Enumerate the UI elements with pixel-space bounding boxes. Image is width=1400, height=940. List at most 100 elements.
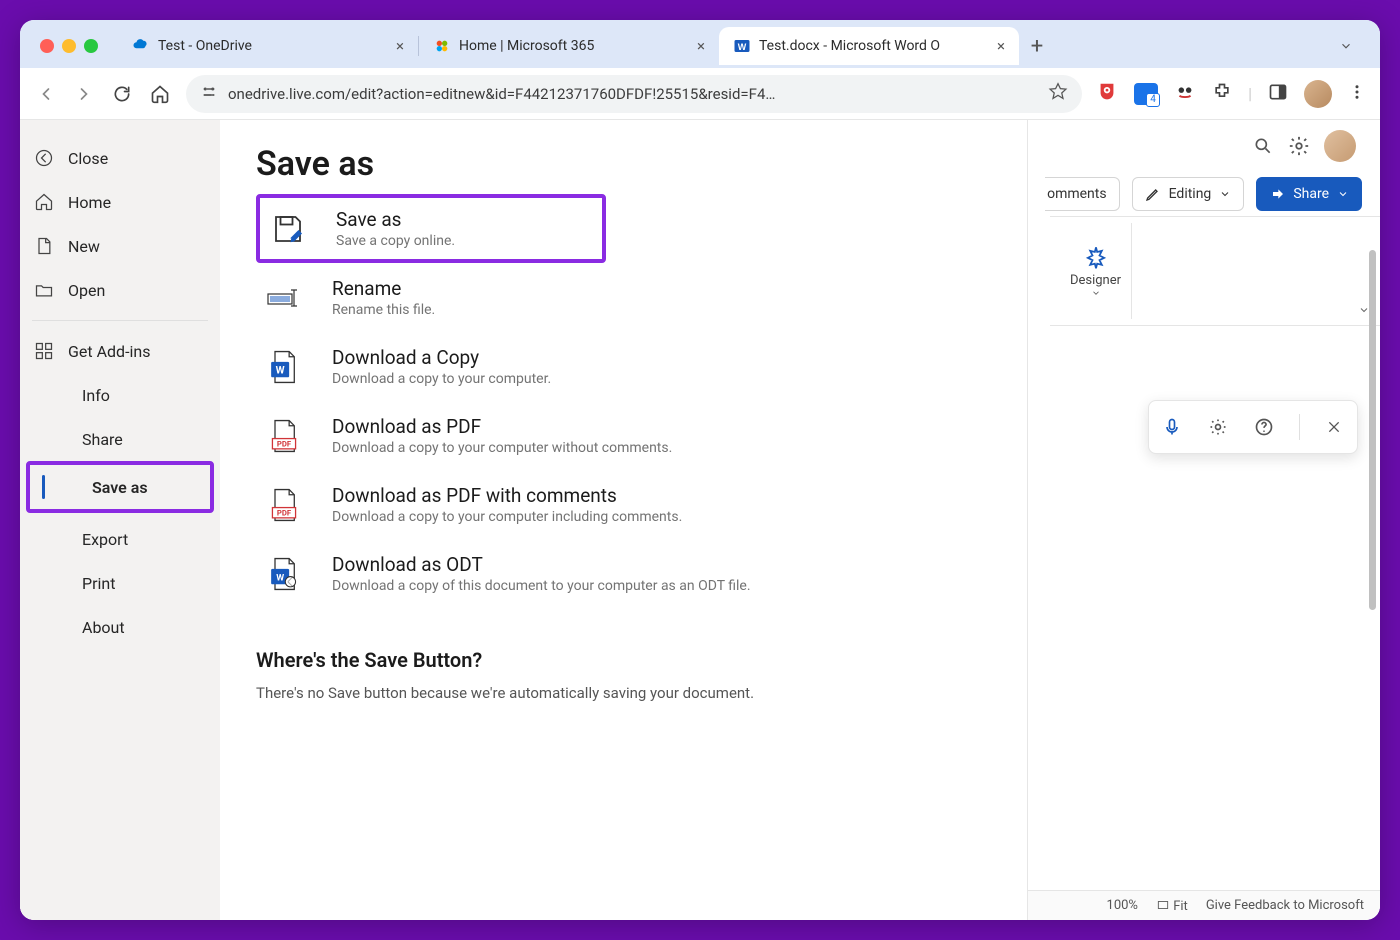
word-doc-icon: W xyxy=(264,347,304,387)
status-bar: 100% Fit Give Feedback to Microsoft xyxy=(1028,890,1380,920)
svg-text:W: W xyxy=(276,573,284,583)
extension-icon[interactable] xyxy=(1174,81,1196,107)
option-title: Download as PDF with comments xyxy=(332,484,682,507)
tab-onedrive[interactable]: Test - OneDrive × xyxy=(118,27,418,65)
designer-button[interactable]: Designer xyxy=(1060,223,1132,319)
zoom-level[interactable]: 100% xyxy=(1107,898,1138,913)
tab-close-icon[interactable]: × xyxy=(997,37,1005,55)
content-area: omments Editing Share Designer xyxy=(20,120,1380,920)
sidebar-item-about[interactable]: About xyxy=(20,605,220,649)
tabs-menu-button[interactable] xyxy=(1332,32,1360,60)
tab-label: Test.docx - Microsoft Word O xyxy=(759,38,940,54)
save-as-main: Save as Save as Save a copy online. xyxy=(220,120,1027,920)
back-button[interactable] xyxy=(34,82,58,106)
window-minimize-icon[interactable] xyxy=(62,39,76,53)
comments-button[interactable]: omments xyxy=(1045,177,1120,211)
ribbon-underlay: omments Editing Share Designer xyxy=(1050,120,1380,920)
ublock-icon[interactable] xyxy=(1096,81,1118,107)
new-tab-button[interactable]: + xyxy=(1019,34,1055,59)
microphone-icon[interactable] xyxy=(1160,415,1184,439)
window-close-icon[interactable] xyxy=(40,39,54,53)
profile-avatar[interactable] xyxy=(1304,80,1332,108)
sidebar-item-close[interactable]: Close xyxy=(20,136,220,180)
browser-menu-button[interactable] xyxy=(1348,83,1366,105)
where-save-heading: Where's the Save Button? xyxy=(256,648,991,672)
editing-mode-dropdown[interactable]: Editing xyxy=(1132,177,1245,211)
tab-label: Home | Microsoft 365 xyxy=(459,38,594,54)
tab-word-active[interactable]: W Test.docx - Microsoft Word O × xyxy=(719,27,1019,65)
sidebar-item-home[interactable]: Home xyxy=(20,180,220,224)
feedback-link[interactable]: Give Feedback to Microsoft xyxy=(1206,898,1364,913)
window-controls xyxy=(40,39,98,53)
tab-m365[interactable]: Home | Microsoft 365 × xyxy=(419,27,719,65)
option-subtitle: Save a copy online. xyxy=(336,233,455,249)
window-fullscreen-icon[interactable] xyxy=(84,39,98,53)
sidepanel-icon[interactable] xyxy=(1268,82,1288,106)
tab-strip: Test - OneDrive × Home | Microsoft 365 ×… xyxy=(20,20,1380,68)
file-backstage-pane: Close Home New Open Get Add-ins xyxy=(20,120,1028,920)
option-subtitle: Download a copy to your computer without… xyxy=(332,440,672,456)
address-bar[interactable]: onedrive.live.com/edit?action=editnew&id… xyxy=(186,75,1082,113)
share-button[interactable]: Share xyxy=(1256,177,1362,211)
help-icon[interactable] xyxy=(1252,415,1276,439)
fit-button[interactable]: Fit xyxy=(1156,898,1188,914)
tab-close-icon[interactable]: × xyxy=(396,37,404,55)
option-save-as[interactable]: Save as Save a copy online. xyxy=(256,194,606,263)
option-rename[interactable]: Rename Rename this file. xyxy=(256,263,991,332)
option-download-pdf[interactable]: PDF Download as PDF Download a copy to y… xyxy=(256,401,991,470)
chevron-down-icon xyxy=(1337,188,1349,200)
option-title: Download as ODT xyxy=(332,553,751,576)
where-save-body: There's no Save button because we're aut… xyxy=(256,684,991,702)
option-download-pdf-comments[interactable]: PDF Download as PDF with comments Downlo… xyxy=(256,470,991,539)
site-settings-icon[interactable] xyxy=(200,83,218,105)
option-subtitle: Download a copy to your computer. xyxy=(332,371,551,387)
file-sidebar: Close Home New Open Get Add-ins xyxy=(20,120,220,920)
m365-icon xyxy=(433,37,451,55)
bookmark-icon[interactable] xyxy=(1048,82,1068,106)
word-icon: W xyxy=(733,37,751,55)
option-subtitle: Download a copy to your computer includi… xyxy=(332,509,682,525)
option-download-copy[interactable]: W Download a Copy Download a copy to you… xyxy=(256,332,991,401)
pdf-icon: PDF xyxy=(264,416,304,456)
tab-label: Test - OneDrive xyxy=(158,38,252,54)
sidebar-item-open[interactable]: Open xyxy=(20,268,220,312)
toolbar-right: | xyxy=(1096,80,1366,108)
tab-close-icon[interactable]: × xyxy=(697,37,705,55)
account-avatar[interactable] xyxy=(1324,130,1356,162)
rename-icon xyxy=(264,278,304,318)
pdf-icon: PDF xyxy=(264,485,304,525)
svg-text:W: W xyxy=(276,363,285,376)
app-header-row xyxy=(1050,120,1380,172)
option-subtitle: Download a copy of this document to your… xyxy=(332,578,751,594)
sidebar-item-print[interactable]: Print xyxy=(20,561,220,605)
forward-button[interactable] xyxy=(72,82,96,106)
sidebar-item-new[interactable]: New xyxy=(20,224,220,268)
page-title: Save as xyxy=(256,144,991,184)
ribbon-actions: omments Editing Share xyxy=(1050,172,1380,216)
sidebar-item-export[interactable]: Export xyxy=(20,517,220,561)
chevron-down-icon xyxy=(1219,188,1231,200)
home-button[interactable] xyxy=(148,82,172,106)
odt-icon: W xyxy=(264,554,304,594)
sidebar-item-info[interactable]: Info xyxy=(20,373,220,417)
close-icon[interactable] xyxy=(1322,415,1346,439)
svg-text:W: W xyxy=(738,42,747,52)
scrollbar-thumb[interactable] xyxy=(1369,250,1376,610)
option-download-odt[interactable]: W Download as ODT Download a copy of thi… xyxy=(256,539,991,608)
sidebar-item-share[interactable]: Share xyxy=(20,417,220,461)
sidebar-item-save-as[interactable]: Save as xyxy=(30,465,210,509)
reload-button[interactable] xyxy=(110,82,134,106)
option-title: Save as xyxy=(336,208,455,231)
dictation-settings-icon[interactable] xyxy=(1206,415,1230,439)
svg-text:PDF: PDF xyxy=(277,508,292,517)
search-icon[interactable] xyxy=(1252,135,1274,157)
chevron-down-icon xyxy=(1091,288,1101,298)
sidebar-item-addins[interactable]: Get Add-ins xyxy=(20,329,220,373)
svg-text:PDF: PDF xyxy=(277,439,292,448)
url-text: onedrive.live.com/edit?action=editnew&id… xyxy=(228,85,1038,103)
extensions-button[interactable] xyxy=(1212,82,1232,106)
settings-icon[interactable] xyxy=(1288,135,1310,157)
extension-badge-icon[interactable] xyxy=(1134,83,1158,105)
browser-window: Test - OneDrive × Home | Microsoft 365 ×… xyxy=(20,20,1380,920)
option-title: Download as PDF xyxy=(332,415,672,438)
